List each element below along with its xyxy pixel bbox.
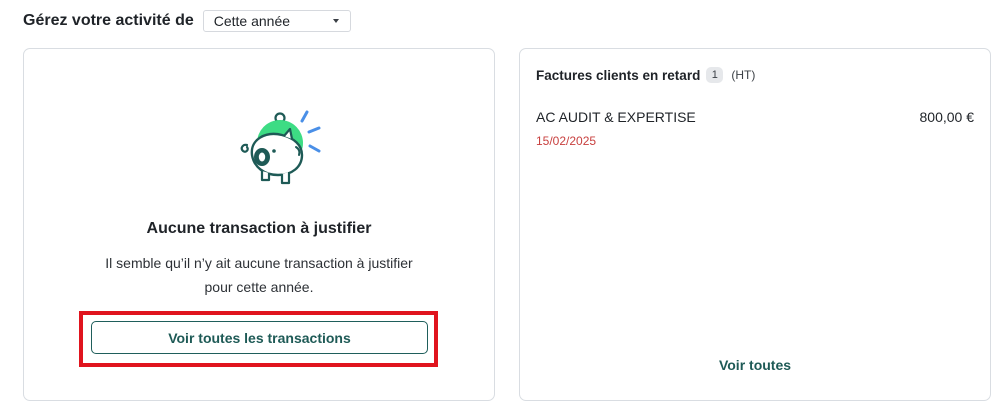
empty-state-title: Aucune transaction à justifier	[146, 220, 372, 237]
transactions-card: Aucune transaction à justifier Il semble…	[23, 48, 495, 401]
empty-state-description-line: pour cette année.	[204, 279, 314, 295]
period-select[interactable]: Cette année	[202, 9, 351, 32]
view-all-invoices-link[interactable]: Voir toutes	[520, 357, 990, 373]
invoice-amount: 800,00 €	[919, 109, 975, 125]
empty-state-description-line: Il semble qu’il n’y ait aucune transacti…	[105, 255, 413, 271]
count-badge: 1	[706, 67, 724, 83]
period-select-value: Cette année	[213, 12, 291, 29]
activity-header: Gérez votre activité de Cette année	[23, 9, 351, 32]
invoice-client-name: AC AUDIT & EXPERTISE	[536, 109, 696, 125]
caret-down-icon	[332, 18, 339, 23]
overdue-invoices-card: Factures clients en retard 1 (HT) AC AUD…	[519, 48, 991, 401]
overdue-invoices-header: Factures clients en retard 1 (HT)	[536, 66, 755, 84]
page-title: Gérez votre activité de	[23, 11, 194, 29]
piggy-bank-illustration	[240, 110, 321, 185]
empty-state-description: Il semble qu’il n’y ait aucune transacti…	[24, 251, 494, 299]
invoice-row[interactable]: AC AUDIT & EXPERTISE 800,00 € 15/02/2025	[536, 107, 974, 151]
tax-label: (HT)	[731, 68, 756, 82]
overdue-invoices-title: Factures clients en retard	[536, 67, 701, 83]
view-all-transactions-button[interactable]: Voir toutes les transactions	[91, 321, 428, 354]
invoice-due-date: 15/02/2025	[536, 134, 597, 148]
